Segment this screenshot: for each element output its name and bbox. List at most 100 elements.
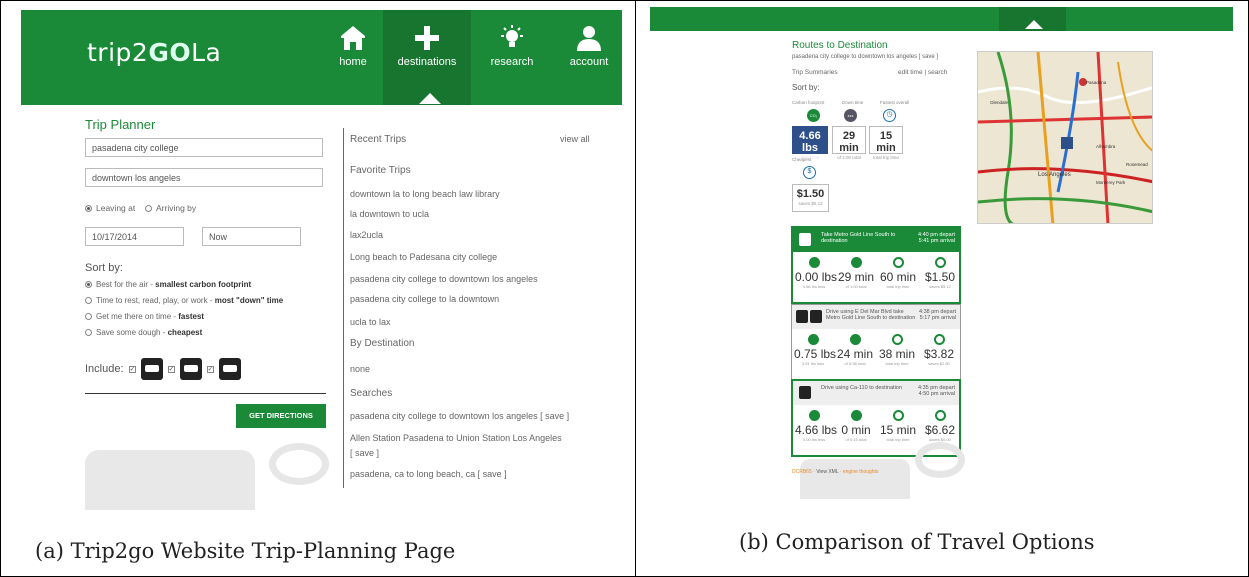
include-bus-checkbox[interactable]: ✓ [167, 365, 175, 373]
sort-option-fastest[interactable]: Get me there on time - fastest [85, 312, 204, 321]
column-divider [343, 128, 344, 488]
edit-search-links[interactable]: edit time | search [898, 69, 947, 76]
co2-icon [808, 410, 820, 421]
map-graphic [978, 52, 1152, 223]
sort-option-emphasis: cheapest [167, 328, 203, 337]
go-watermark [269, 443, 329, 485]
stat-note: of 0:15 total [845, 437, 867, 442]
radio-off [85, 297, 92, 305]
sort-mini-cheapest[interactable]: Cheapest [792, 157, 811, 162]
favorite-trip-link[interactable]: pasadena city college to la downtown [350, 294, 499, 304]
summary-note: total trip time [873, 155, 899, 160]
site-logo[interactable]: trip2GOLa [87, 38, 221, 67]
view-xml-link[interactable]: View XML [816, 469, 838, 475]
to-input[interactable]: downtown los angeles [85, 168, 323, 187]
save-link[interactable]: [ save ] [350, 448, 379, 458]
stat-downtime: 24 min of 0:38 total [836, 334, 874, 366]
favorite-trip-link[interactable]: Long beach to Padesana city college [350, 252, 497, 262]
bus-icon [799, 233, 811, 246]
zzz-icon [849, 334, 861, 345]
lightbulb-icon [501, 25, 523, 47]
include-car-checkbox[interactable]: ✓ [128, 365, 136, 373]
map-label: Pasadena [1086, 80, 1107, 85]
stat-note: total trip time [886, 437, 910, 442]
summary-fastest[interactable]: 15 min total trip time [869, 126, 903, 160]
stat-cost: $3.82 saves $2.80 [920, 334, 958, 366]
bus-icon [179, 358, 202, 380]
date-input[interactable]: 10/17/2014 [85, 227, 184, 246]
view-all-link[interactable]: view all [560, 134, 590, 144]
route-header: Drive using Ca-110 to destination 4:35 p… [793, 381, 959, 405]
nav-destinations[interactable]: destinations [383, 10, 471, 105]
route-card[interactable]: Take Metro Gold Line South to destinatio… [791, 226, 961, 304]
route-card[interactable]: Drive using E Del Mar Blvd take Metro Go… [791, 304, 961, 380]
nav-account[interactable]: account [558, 10, 620, 105]
sort-option-carbon[interactable]: Best for the air - smallest carbon footp… [85, 280, 251, 289]
stat-carbon: 0.75 lbs 3.91 lbs less [794, 334, 837, 366]
stat-triptime: 15 min total trip time [879, 410, 917, 442]
route-header: Take Metro Gold Line South to destinatio… [793, 228, 959, 252]
sort-mini-carbon[interactable]: Carbon footprint [792, 100, 824, 105]
include-rail-checkbox[interactable]: ✓ [206, 365, 214, 373]
search-link[interactable]: Allen Station Pasadena to Union Station … [350, 433, 562, 443]
map-label: Los Angeles [1038, 172, 1071, 178]
leaving-at-radio[interactable]: Leaving at [85, 203, 135, 213]
recent-trips-heading: Recent Trips [350, 134, 407, 145]
summary-downtime[interactable]: 29 min of 1:00 total [832, 126, 866, 160]
favorite-trip-link[interactable]: la downtown to ucla [350, 209, 429, 219]
sort-option-text: Time to rest, read, play, or work - [96, 296, 215, 305]
search-link[interactable]: pasadena, ca to long beach, ca [ save ] [350, 469, 507, 479]
summary-note: saves $5.12 [798, 201, 823, 206]
stat-value: 24 min [836, 347, 874, 361]
stat-value: 0 min [841, 423, 871, 437]
sort-option-cheapest[interactable]: Save some dough - cheapest [85, 328, 202, 337]
stat-cost: $1.50 saves $5.12 [921, 257, 959, 289]
nav-home[interactable]: home [328, 10, 378, 105]
arriving-by-label: Arriving by [156, 203, 197, 213]
footer-code: DCRB65 · [792, 469, 817, 475]
stat-note: total trip time [886, 284, 910, 289]
get-directions-button[interactable]: GET DIRECTIONS [236, 404, 326, 428]
route-map[interactable]: Glendale Pasadena Alhambra Los Angeles M… [977, 51, 1153, 224]
co2-icon: CO₂ [807, 109, 820, 122]
stat-value: 38 min [878, 347, 916, 361]
sort-mini-downtime[interactable]: Down time [842, 100, 863, 105]
stat-cost: $6.62 saves $0.00 [921, 410, 959, 442]
stat-note: saves $5.12 [929, 284, 951, 289]
summary-cheapest[interactable]: $1.50 saves $5.12 [792, 184, 829, 212]
routes-screenshot: Routes to Destination pasadena city coll… [650, 7, 1233, 502]
search-link[interactable]: pasadena city college to downtown los an… [350, 411, 569, 421]
user-icon [577, 26, 601, 51]
route-stats: 0.75 lbs 3.91 lbs less 24 min of 0:38 tota… [792, 329, 960, 379]
favorite-trip-link[interactable]: ucla to lax [350, 317, 391, 327]
radio-on [85, 205, 92, 213]
sort-option-emphasis: most "down" time [214, 296, 284, 305]
zzz-icon: zzz [844, 109, 857, 122]
clock-icon [891, 334, 903, 345]
dollar-icon [934, 257, 946, 268]
stat-value: 0.75 lbs [794, 347, 837, 361]
sort-option-downtime[interactable]: Time to rest, read, play, or work - most… [85, 296, 283, 305]
summary-value: 15 min [876, 130, 896, 154]
stat-value: $6.62 [924, 423, 956, 437]
searches-heading: Searches [350, 388, 393, 399]
sort-mini-fastest[interactable]: Fastest overall [880, 100, 909, 105]
dollar-icon [933, 334, 945, 345]
summary-carbon[interactable]: 4.66 lbs less CO2 [792, 126, 828, 160]
stat-triptime: 60 min total trip time [879, 257, 917, 289]
favorite-trip-link[interactable]: pasadena city college to downtown los an… [350, 274, 538, 284]
from-input[interactable]: pasadena city college [85, 138, 323, 157]
arriving-by-radio[interactable]: Arriving by [145, 203, 196, 213]
nav-research[interactable]: research [483, 10, 541, 105]
stat-downtime: 29 min of 1:00 total [837, 257, 875, 289]
car-icon [140, 358, 163, 380]
car-icon [799, 386, 811, 399]
radio-off [145, 205, 152, 213]
favorite-trip-link[interactable]: downtown la to long beach law library [350, 189, 500, 199]
time-input[interactable]: Now [202, 227, 301, 246]
favorite-trip-link[interactable]: lax2ucla [350, 230, 383, 240]
stat-note: 3.91 lbs less [801, 361, 825, 366]
stat-note: saves $2.80 [928, 361, 950, 366]
stat-value: 0.00 lbs [795, 270, 838, 284]
route-description: Take Metro Gold Line South to destinatio… [821, 232, 896, 244]
